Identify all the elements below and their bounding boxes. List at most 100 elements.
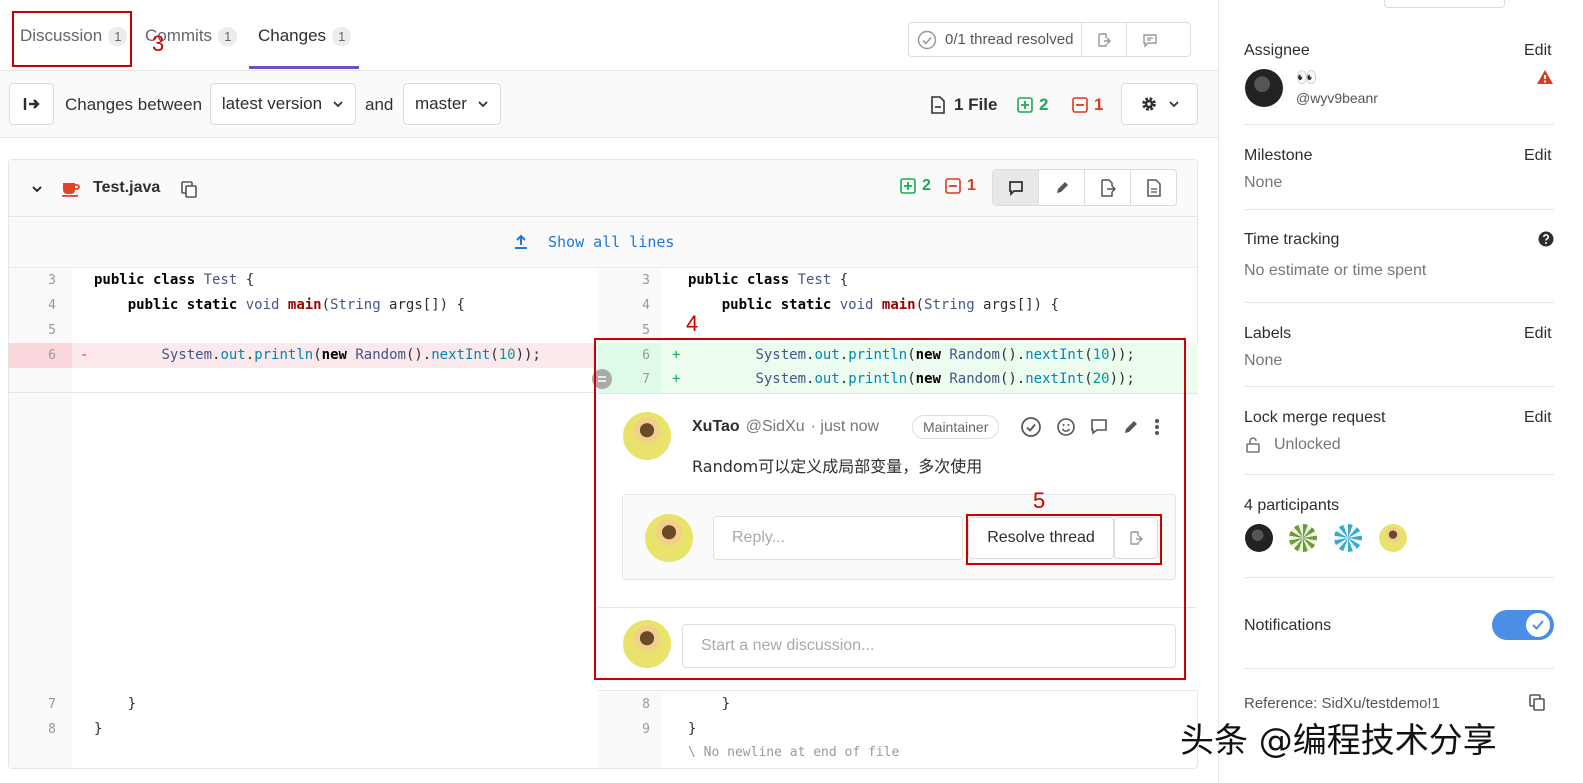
changes-between-label: Changes between bbox=[65, 95, 203, 114]
chevron-down-icon bbox=[477, 98, 489, 110]
sidebar-top-button[interactable] bbox=[1384, 0, 1505, 8]
avatar[interactable] bbox=[1334, 524, 1362, 552]
right-line-number[interactable]: 5 bbox=[614, 323, 650, 338]
jump-to-thread-button[interactable] bbox=[1082, 23, 1128, 56]
left-line-number[interactable]: 6 bbox=[20, 348, 56, 363]
pencil-icon bbox=[1054, 180, 1070, 196]
time-tracking-title: Time tracking bbox=[1244, 231, 1340, 248]
expand-up-icon bbox=[514, 234, 528, 250]
sidebar-divider bbox=[1244, 386, 1554, 387]
file-count-text: 1 File bbox=[954, 95, 998, 114]
chevron-down-icon bbox=[1168, 98, 1180, 110]
chevron-down-icon bbox=[30, 182, 44, 196]
edit-file-button[interactable] bbox=[1039, 170, 1085, 205]
to-version-dropdown[interactable]: master bbox=[403, 83, 501, 125]
sidebar-divider bbox=[1244, 302, 1554, 303]
left-line-number[interactable]: 4 bbox=[20, 298, 56, 313]
right-line-number[interactable]: 4 bbox=[614, 298, 650, 313]
avatar[interactable] bbox=[1245, 69, 1283, 107]
code-line-removed: System.out.println(new Random().nextInt(… bbox=[161, 347, 541, 363]
copy-file-path-button[interactable] bbox=[180, 180, 198, 198]
toggle-comments-button[interactable] bbox=[993, 170, 1039, 205]
milestone-value: None bbox=[1244, 174, 1283, 191]
tab-changes[interactable]: Changes 1 bbox=[258, 26, 352, 46]
left-line-number[interactable]: 5 bbox=[20, 323, 56, 338]
right-line-number[interactable]: 9 bbox=[614, 722, 650, 737]
tab-changes-label: Changes bbox=[258, 26, 327, 45]
next-thread-icon bbox=[1096, 32, 1112, 48]
labels-edit-link[interactable]: Edit bbox=[1524, 325, 1552, 343]
labels-value: None bbox=[1244, 352, 1283, 369]
annotation-box-4 bbox=[594, 338, 1186, 680]
check-circle-icon bbox=[917, 30, 937, 50]
show-all-lines-link[interactable]: Show all lines bbox=[514, 233, 674, 251]
toolbar-additions: 2 bbox=[1017, 95, 1048, 115]
view-replaced-file-button[interactable] bbox=[1085, 170, 1131, 205]
code-line: } bbox=[94, 696, 137, 712]
thread-comment-button[interactable] bbox=[1127, 23, 1172, 56]
active-tab-indicator bbox=[249, 66, 359, 69]
watermark: 头条 @编程技术分享 bbox=[1180, 721, 1497, 761]
to-version-value: master bbox=[415, 94, 467, 113]
sidebar-divider bbox=[1244, 668, 1554, 669]
assignee-name[interactable]: 👀 bbox=[1296, 68, 1317, 88]
file-additions: 2 bbox=[900, 177, 931, 195]
minus-square-icon bbox=[1072, 97, 1088, 113]
tab-commits-count: 1 bbox=[218, 26, 238, 46]
copy-reference-button[interactable] bbox=[1528, 693, 1546, 711]
diff-minus-marker: - bbox=[80, 347, 89, 363]
assignee-edit-link[interactable]: Edit bbox=[1524, 42, 1552, 60]
show-all-lines-text: Show all lines bbox=[548, 233, 675, 251]
comment-icon bbox=[1142, 32, 1158, 48]
collapse-file-toggle[interactable] bbox=[30, 182, 44, 196]
java-file-icon bbox=[61, 179, 81, 197]
left-line-number[interactable]: 7 bbox=[20, 697, 56, 712]
thread-status-bar: 0/1 thread resolved bbox=[908, 22, 1191, 57]
lock-open-icon bbox=[1246, 437, 1260, 453]
gear-icon bbox=[1140, 95, 1158, 113]
right-line-number[interactable]: 3 bbox=[614, 273, 650, 288]
lock-edit-link[interactable]: Edit bbox=[1524, 409, 1552, 427]
plus-square-icon bbox=[900, 178, 916, 194]
sidebar-divider bbox=[1244, 209, 1554, 210]
tab-changes-count: 1 bbox=[332, 26, 352, 46]
code-line: public class Test { bbox=[94, 272, 255, 288]
expand-right-icon bbox=[23, 95, 41, 113]
chevron-down-icon bbox=[332, 98, 344, 110]
doc-icon bbox=[1146, 178, 1161, 197]
code-line: public static void main(String args[]) { bbox=[721, 297, 1059, 313]
thread-status: 0/1 thread resolved bbox=[909, 23, 1083, 56]
milestone-title: Milestone bbox=[1244, 147, 1313, 164]
assignee-title: Assignee bbox=[1244, 42, 1310, 59]
notifications-toggle[interactable] bbox=[1492, 610, 1554, 640]
view-file-button[interactable] bbox=[1131, 170, 1176, 205]
right-sidebar bbox=[1218, 0, 1583, 783]
right-line-number[interactable]: 8 bbox=[614, 697, 650, 712]
toolbar-deletions-count: 1 bbox=[1094, 95, 1104, 114]
file-deletions: 1 bbox=[945, 177, 976, 195]
thread-status-text: 0/1 thread resolved bbox=[945, 31, 1074, 48]
assignee-handle[interactable]: @wyv9beanr bbox=[1296, 90, 1378, 106]
sidebar-divider bbox=[1244, 577, 1554, 578]
annotation-box-3 bbox=[12, 11, 132, 67]
reference-text: Reference: SidXu/testdemo!1 bbox=[1244, 695, 1440, 712]
left-line-number[interactable]: 8 bbox=[20, 722, 56, 737]
from-version-value: latest version bbox=[221, 94, 323, 113]
avatar[interactable] bbox=[1289, 524, 1317, 552]
diff-settings-dropdown[interactable] bbox=[1121, 83, 1198, 125]
comment-icon bbox=[1008, 180, 1024, 196]
from-version-dropdown[interactable]: latest version bbox=[210, 83, 356, 125]
milestone-edit-link[interactable]: Edit bbox=[1524, 147, 1552, 165]
avatar[interactable] bbox=[1245, 524, 1273, 552]
plus-square-icon bbox=[1017, 97, 1033, 113]
minus-square-icon bbox=[945, 178, 961, 194]
warning-icon bbox=[1536, 69, 1554, 85]
code-line: public static void main(String args[]) { bbox=[127, 297, 465, 313]
avatar[interactable] bbox=[1379, 524, 1407, 552]
help-icon[interactable] bbox=[1538, 231, 1554, 247]
code-line: } bbox=[94, 721, 103, 737]
file-name[interactable]: Test.java bbox=[93, 179, 160, 197]
toggle-file-browser-button[interactable] bbox=[9, 83, 54, 125]
copy-icon bbox=[1528, 693, 1546, 711]
left-line-number[interactable]: 3 bbox=[20, 273, 56, 288]
